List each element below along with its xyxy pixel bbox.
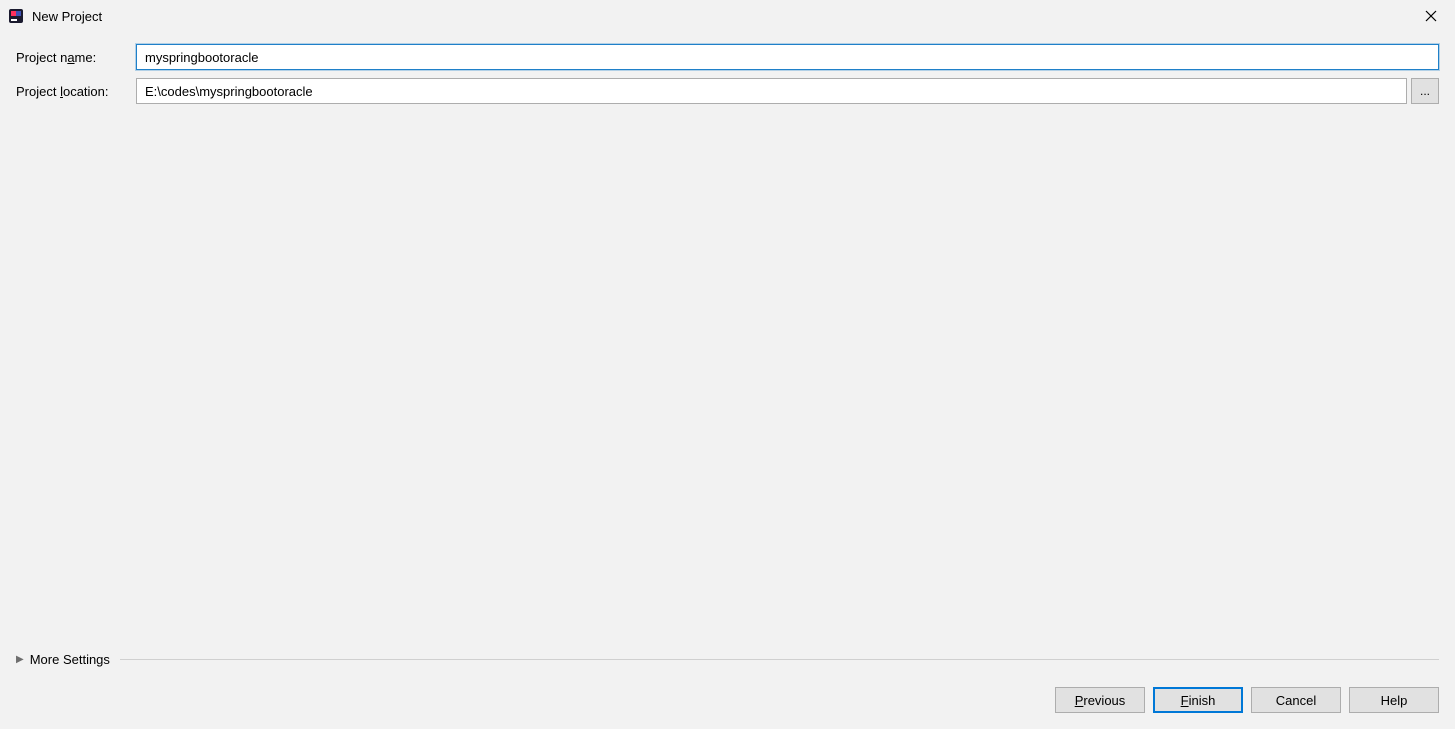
close-button[interactable]: [1415, 0, 1447, 32]
label-part: Settings: [59, 652, 110, 667]
more-settings-toggle[interactable]: ▶ More Settings: [16, 652, 110, 667]
cancel-button[interactable]: Cancel: [1251, 687, 1341, 713]
dialog-content: Project name: Project location: ...: [0, 32, 1455, 116]
close-icon: [1425, 10, 1437, 22]
more-settings-label: More Settings: [30, 652, 110, 667]
help-button[interactable]: Help: [1349, 687, 1439, 713]
previous-button[interactable]: Previous: [1055, 687, 1145, 713]
button-row: Previous Finish Cancel Help: [16, 687, 1439, 713]
project-name-row: Project name:: [16, 44, 1439, 70]
label-part: me:: [75, 50, 97, 65]
project-location-row: Project location: ...: [16, 78, 1439, 104]
label-mnemonic: a: [67, 50, 74, 65]
project-location-label: Project location:: [16, 84, 136, 99]
label-part: Project: [16, 84, 60, 99]
project-name-input[interactable]: [136, 44, 1439, 70]
chevron-right-icon: ▶: [16, 654, 24, 665]
app-icon: [8, 8, 24, 24]
btn-text: inish: [1189, 693, 1216, 708]
btn-text: revious: [1083, 693, 1125, 708]
more-settings-row: ▶ More Settings: [16, 652, 1439, 667]
window-title: New Project: [32, 9, 1415, 24]
btn-mnemonic: F: [1181, 693, 1189, 708]
titlebar: New Project: [0, 0, 1455, 32]
finish-button[interactable]: Finish: [1153, 687, 1243, 713]
dialog-bottom: ▶ More Settings Previous Finish Cancel H…: [0, 652, 1455, 729]
project-location-input[interactable]: [136, 78, 1407, 104]
label-part: ocation:: [63, 84, 109, 99]
label-part: Project n: [16, 50, 67, 65]
project-name-label: Project name:: [16, 50, 136, 65]
browse-button[interactable]: ...: [1411, 78, 1439, 104]
separator-line: [120, 659, 1439, 660]
label-part: Mor: [30, 652, 52, 667]
